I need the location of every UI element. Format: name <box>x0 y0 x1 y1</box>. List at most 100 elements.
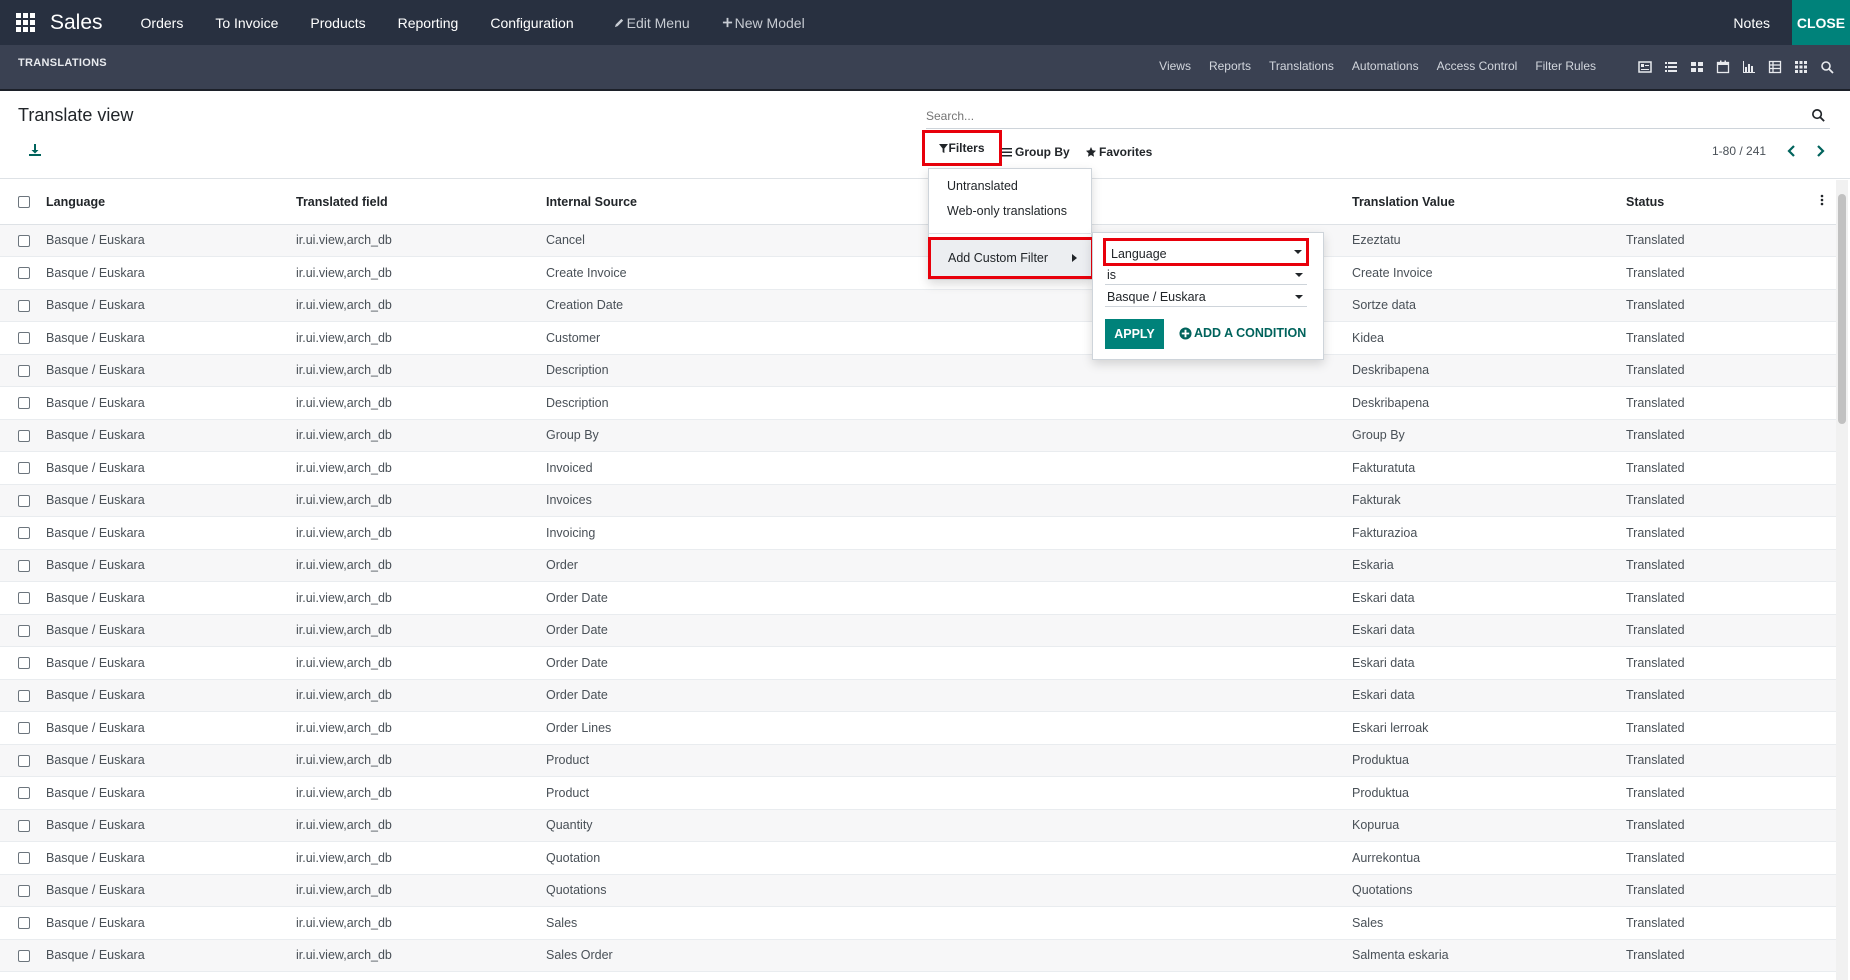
table-row[interactable]: Basque / Euskara ir.ui.view,arch_db Order … <box>0 647 1836 680</box>
table-row[interactable]: Basque / Euskara ir.ui.view,arch_db Quanti… <box>0 809 1836 842</box>
table-row[interactable]: Basque / Euskara ir.ui.view,arch_db Sales S… <box>0 907 1836 939</box>
app-brand[interactable]: Sales <box>50 11 103 35</box>
row-checkbox[interactable] <box>18 494 30 507</box>
scrollbar-thumb[interactable] <box>1838 194 1846 424</box>
row-checkbox[interactable] <box>18 657 30 670</box>
calendar-view-icon[interactable] <box>1710 59 1736 75</box>
row-checkbox[interactable] <box>18 364 30 377</box>
row-checkbox[interactable] <box>18 689 30 702</box>
table-row[interactable]: Basque / Euskara ir.ui.view,arch_db Sales … <box>0 939 1836 972</box>
table-row[interactable]: Basque / Euskara ir.ui.view,arch_db Order … <box>0 712 1836 744</box>
row-checkbox[interactable] <box>18 592 30 605</box>
menu-products[interactable]: Products <box>294 0 381 45</box>
cell-language: Basque / Euskara <box>46 233 145 248</box>
table-row[interactable]: Basque / Euskara ir.ui.view,arch_db Produc… <box>0 744 1836 777</box>
nav-filter-rules[interactable]: Filter Rules <box>1535 59 1596 73</box>
header-translation-value[interactable]: Translation Value <box>1352 180 1626 224</box>
table-row[interactable]: Basque / Euskara ir.ui.view,arch_db Order … <box>0 614 1836 647</box>
row-checkbox-cell <box>0 322 46 355</box>
add-custom-filter-button[interactable]: Add Custom Filter <box>928 237 1094 279</box>
row-checkbox[interactable] <box>18 332 30 345</box>
table-row[interactable]: Basque / Euskara ir.ui.view,arch_db Order E… <box>0 549 1836 582</box>
condition-operator-select[interactable]: is <box>1105 265 1307 285</box>
row-checkbox[interactable] <box>18 917 30 930</box>
table-row[interactable]: Basque / Euskara ir.ui.view,arch_db Order … <box>0 679 1836 712</box>
edit-menu-button[interactable]: Edit Menu <box>598 0 706 45</box>
scrollbar[interactable] <box>1836 180 1848 980</box>
select-all-checkbox[interactable] <box>18 196 30 209</box>
nav-views[interactable]: Views <box>1159 59 1191 73</box>
row-checkbox[interactable] <box>18 299 30 312</box>
add-condition-button[interactable]: ADD A CONDITION <box>1179 326 1306 340</box>
table-row[interactable]: Basque / Euskara ir.ui.view,arch_db Create… <box>0 257 1836 289</box>
new-model-button[interactable]: New Model <box>706 0 821 45</box>
menu-reporting[interactable]: Reporting <box>382 0 475 45</box>
row-checkbox[interactable] <box>18 462 30 475</box>
row-checkbox[interactable] <box>18 852 30 865</box>
chevron-right-icon[interactable] <box>1812 143 1828 159</box>
menu-orders[interactable]: Orders <box>125 0 200 45</box>
cell-translated-field: ir.ui.view,arch_db <box>296 525 392 540</box>
download-icon[interactable] <box>28 143 42 157</box>
nav-translations[interactable]: Translations <box>1269 59 1334 73</box>
table-row[interactable]: Basque / Euskara ir.ui.view,arch_db Cancel… <box>0 224 1836 257</box>
row-checkbox-cell <box>0 647 46 680</box>
table-row[interactable]: Basque / Euskara ir.ui.view,arch_db Descri… <box>0 354 1836 387</box>
row-checkbox[interactable] <box>18 722 30 735</box>
table-row[interactable]: Basque / Euskara ir.ui.view,arch_db Descri… <box>0 387 1836 419</box>
close-button[interactable]: CLOSE <box>1792 0 1850 45</box>
row-checkbox[interactable] <box>18 754 30 767</box>
row-checkbox[interactable] <box>18 429 30 442</box>
search-input[interactable] <box>926 105 1806 127</box>
header-translated-field[interactable]: Translated field <box>296 180 546 224</box>
chevron-left-icon[interactable] <box>1784 143 1800 159</box>
vertical-dots-icon[interactable] <box>1820 194 1824 206</box>
filters-button[interactable]: Filters <box>922 130 1002 166</box>
kanban-view-icon[interactable] <box>1684 59 1710 75</box>
row-checkbox[interactable] <box>18 949 30 962</box>
form-view-icon[interactable] <box>1632 59 1658 75</box>
table-row[interactable]: Basque / Euskara ir.ui.view,arch_db Invoic… <box>0 517 1836 549</box>
list-view-icon[interactable] <box>1658 59 1684 75</box>
favorites-button[interactable]: Favorites <box>1086 145 1152 159</box>
pager-value[interactable]: 1-80 / 241 <box>1712 144 1766 158</box>
row-checkbox[interactable] <box>18 787 30 800</box>
table-row[interactable]: Basque / Euskara ir.ui.view,arch_db Order … <box>0 582 1836 614</box>
apps-menu-icon[interactable] <box>0 0 50 45</box>
row-checkbox[interactable] <box>18 559 30 572</box>
table-row[interactable]: Basque / Euskara ir.ui.view,arch_db Invoic… <box>0 484 1836 517</box>
table-row[interactable]: Basque / Euskara ir.ui.view,arch_db Custom… <box>0 322 1836 355</box>
nav-automations[interactable]: Automations <box>1352 59 1419 73</box>
table-row[interactable]: Basque / Euskara ir.ui.view,arch_db Produc… <box>0 777 1836 809</box>
row-checkbox[interactable] <box>18 267 30 280</box>
condition-field-select[interactable]: Language <box>1103 238 1309 266</box>
row-checkbox[interactable] <box>18 527 30 540</box>
graph-view-icon[interactable] <box>1736 59 1762 75</box>
table-row[interactable]: Basque / Euskara ir.ui.view,arch_db Quotat… <box>0 842 1836 874</box>
table-row[interactable]: Basque / Euskara ir.ui.view,arch_db Invoic… <box>0 452 1836 484</box>
menu-configuration[interactable]: Configuration <box>474 0 589 45</box>
search-icon[interactable] <box>1814 59 1840 75</box>
row-checkbox[interactable] <box>18 819 30 832</box>
table-row[interactable]: Basque / Euskara ir.ui.view,arch_db Quotat… <box>0 874 1836 907</box>
pivot-view-icon[interactable] <box>1762 59 1788 75</box>
row-checkbox[interactable] <box>18 234 30 247</box>
menu-to-invoice[interactable]: To Invoice <box>199 0 294 45</box>
nav-reports[interactable]: Reports <box>1209 59 1251 73</box>
search-icon[interactable] <box>1811 108 1826 123</box>
notes-button[interactable]: Notes <box>1711 15 1792 31</box>
filter-untranslated[interactable]: Untranslated <box>947 179 1018 193</box>
table-row[interactable]: Basque / Euskara ir.ui.view,arch_db Creati… <box>0 289 1836 322</box>
table-row[interactable]: Basque / Euskara ir.ui.view,arch_db Group … <box>0 419 1836 452</box>
header-status[interactable]: Status <box>1626 180 1806 224</box>
row-checkbox[interactable] <box>18 884 30 897</box>
row-checkbox[interactable] <box>18 624 30 637</box>
nav-access-control[interactable]: Access Control <box>1437 59 1518 73</box>
filter-web-only-translations[interactable]: Web-only translations <box>947 204 1067 218</box>
apply-button[interactable]: APPLY <box>1105 319 1164 349</box>
group-by-button[interactable]: Group By <box>1002 145 1070 159</box>
condition-value-select[interactable]: Basque / Euskara <box>1105 287 1307 307</box>
header-language[interactable]: Language <box>46 180 296 224</box>
grid-view-icon[interactable] <box>1788 59 1814 75</box>
row-checkbox[interactable] <box>18 397 30 410</box>
